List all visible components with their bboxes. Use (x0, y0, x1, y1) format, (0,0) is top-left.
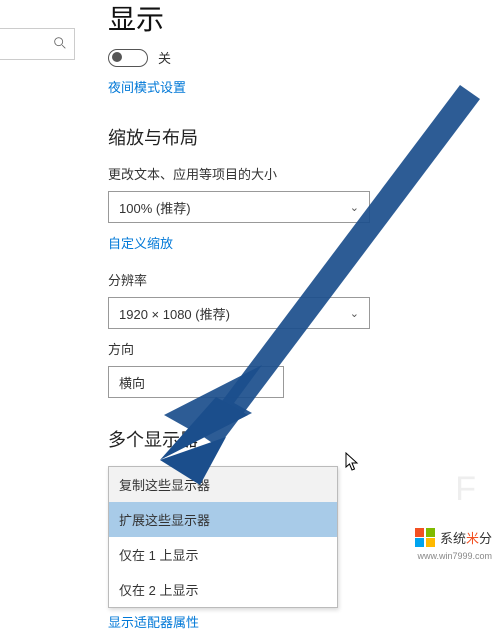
night-light-toggle-label: 关 (158, 48, 171, 67)
custom-scaling-link[interactable]: 自定义缩放 (108, 233, 173, 252)
night-light-toggle[interactable] (108, 49, 148, 67)
watermark-url: www.win7999.com (417, 551, 492, 561)
night-light-toggle-row: 关 (108, 48, 480, 67)
search-icon (52, 35, 68, 54)
chevron-down-icon: ⌄ (350, 201, 359, 214)
search-input-fragment[interactable] (0, 28, 75, 60)
chevron-down-icon: ⌄ (350, 307, 359, 320)
resolution-value: 1920 × 1080 (推荐) (119, 304, 230, 323)
multi-display-option-duplicate[interactable]: 复制这些显示器 (109, 467, 337, 502)
orientation-label: 方向 (108, 339, 480, 358)
orientation-dropdown[interactable]: 横向 (108, 366, 284, 398)
resolution-label: 分辨率 (108, 270, 480, 289)
text-size-dropdown[interactable]: 100% (推荐) ⌄ (108, 191, 370, 223)
night-light-settings-link[interactable]: 夜间模式设置 (108, 77, 186, 96)
multi-display-option-only2[interactable]: 仅在 2 上显示 (109, 572, 337, 607)
orientation-value: 横向 (119, 373, 145, 392)
resolution-dropdown[interactable]: 1920 × 1080 (推荐) ⌄ (108, 297, 370, 329)
watermark: 系统米分 (415, 528, 492, 548)
multi-display-header: 多个显示器 (108, 426, 480, 452)
microsoft-logo-icon (415, 528, 435, 548)
watermark-text: 系统米分 (440, 528, 492, 547)
background-decoration: F (455, 470, 476, 509)
scale-layout-header: 缩放与布局 (108, 124, 480, 150)
text-size-value: 100% (推荐) (119, 198, 191, 217)
display-adapter-link[interactable]: 显示适配器属性 (108, 612, 199, 631)
page-title: 显示 (108, 0, 480, 38)
text-size-label: 更改文本、应用等项目的大小 (108, 164, 480, 183)
multi-display-dropdown-list[interactable]: 复制这些显示器 扩展这些显示器 仅在 1 上显示 仅在 2 上显示 (108, 466, 338, 608)
multi-display-option-extend[interactable]: 扩展这些显示器 (109, 502, 337, 537)
